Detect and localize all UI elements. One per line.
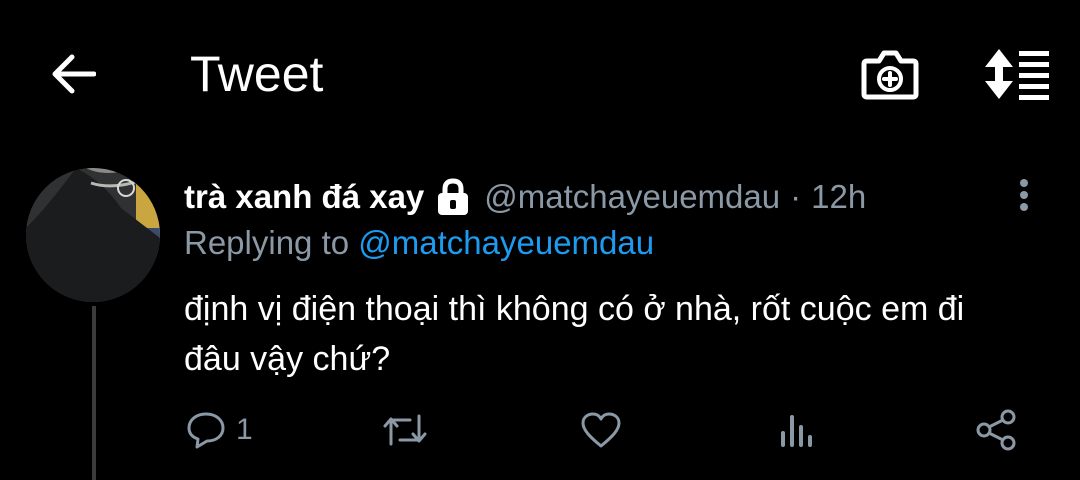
action-bar: 1: [184, 405, 1024, 455]
top-bar: Tweet: [0, 0, 1080, 150]
timestamp[interactable]: 12h: [811, 178, 866, 216]
camera-button[interactable]: [860, 46, 920, 102]
separator-dot: ·: [790, 178, 802, 215]
more-options-button[interactable]: [1012, 178, 1036, 212]
tweet-text: định vị điện thoại thì không có ở nhà, r…: [184, 290, 965, 378]
share-button[interactable]: [974, 405, 1018, 455]
lock-icon: [434, 177, 472, 217]
avatar[interactable]: [26, 168, 160, 302]
replying-to-label: Replying to: [184, 224, 350, 261]
user-avatar-image: [26, 168, 160, 302]
analytics-button[interactable]: [778, 405, 816, 455]
analytics-icon: [781, 415, 812, 447]
replying-to-mention[interactable]: @matchayeuemdau: [358, 224, 654, 261]
share-icon: [976, 409, 1016, 451]
display-name[interactable]: trà xanh đá xay: [184, 178, 424, 216]
reply-icon: [187, 412, 225, 449]
retweet-icon: [383, 414, 427, 446]
thread-line: [92, 306, 96, 480]
reply-count: 1: [236, 413, 253, 446]
back-button[interactable]: [48, 50, 98, 98]
reply-button[interactable]: 1: [186, 405, 253, 455]
replying-to: Replying to @matchayeuemdau: [184, 222, 654, 264]
tweet-header: trà xanh đá xay @matchayeuemdau · 12h: [184, 174, 866, 220]
heart-icon: [581, 412, 621, 448]
page-title: Tweet: [190, 46, 324, 102]
like-button[interactable]: [580, 405, 622, 455]
more-vertical-icon: [1020, 179, 1028, 211]
arrow-left-icon: [52, 54, 96, 94]
sort-lines-icon: [985, 49, 1049, 100]
user-handle[interactable]: @matchayeuemdau: [484, 178, 780, 216]
camera-plus-icon: [861, 50, 919, 100]
retweet-button[interactable]: [382, 405, 428, 455]
sort-button[interactable]: [982, 46, 1052, 102]
